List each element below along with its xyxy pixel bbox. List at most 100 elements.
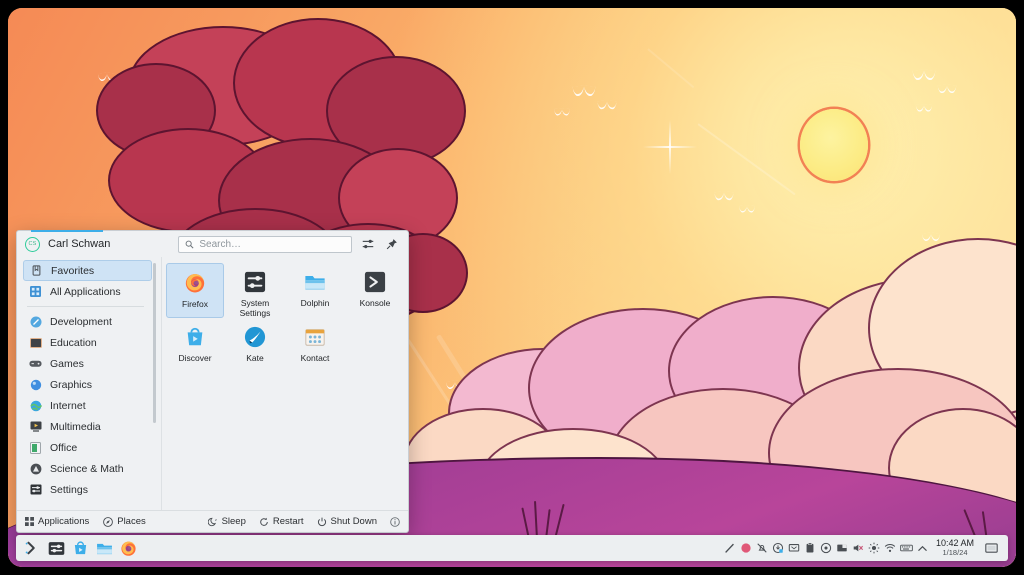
- sidebar-item-internet[interactable]: Internet: [23, 395, 152, 416]
- bird: [922, 233, 940, 241]
- sleep-button[interactable]: z Sleep: [207, 516, 246, 527]
- screen-recorder[interactable]: [723, 538, 738, 558]
- about-button[interactable]: [390, 516, 400, 527]
- settings-icon: [29, 483, 42, 496]
- clock-time: 10:42 AM: [935, 538, 974, 549]
- scrollbar-thumb[interactable]: [153, 263, 156, 423]
- office-icon: [29, 441, 42, 454]
- app-firefox[interactable]: Firefox: [166, 263, 224, 318]
- shutdown-button[interactable]: Shut Down: [317, 516, 377, 527]
- update-icon: [773, 542, 784, 554]
- digital-clock[interactable]: 10:42 AM 1/18/24: [931, 539, 979, 557]
- clock-date: 1/18/24: [942, 548, 968, 558]
- pin-button[interactable]: [384, 236, 400, 252]
- taskbar-discover[interactable]: [68, 537, 92, 559]
- firefox-icon: [120, 541, 136, 556]
- display-configuration[interactable]: [787, 538, 802, 558]
- sliders-icon: [362, 239, 374, 249]
- app-dolphin[interactable]: Dolphin: [286, 263, 344, 318]
- sidebar-item-development[interactable]: Development: [23, 311, 152, 332]
- search-input[interactable]: [199, 238, 345, 250]
- app-label: Dolphin: [300, 298, 330, 308]
- tab-places[interactable]: Places: [103, 516, 146, 527]
- application-grid-pane: Firefox System Settings Dolphin Konsole …: [161, 257, 408, 510]
- app-system-settings[interactable]: System Settings: [226, 263, 284, 318]
- sidebar-item-label: Science & Math: [50, 462, 124, 475]
- show-desktop[interactable]: [980, 538, 1002, 558]
- bird: [916, 104, 932, 111]
- taskbar-dolphin[interactable]: [92, 537, 116, 559]
- brightness-icon: [869, 542, 880, 554]
- sidebar-item-multimedia[interactable]: Multimedia: [23, 416, 152, 437]
- sidebar-item-science-math[interactable]: Science & Math: [23, 458, 152, 479]
- keyboard-layout[interactable]: [899, 538, 914, 558]
- app-kate[interactable]: Kate: [226, 318, 284, 373]
- record-dot-icon: [741, 543, 752, 553]
- bird: [715, 192, 734, 201]
- system-settings-icon: [244, 271, 266, 293]
- app-label: Discover: [178, 353, 212, 363]
- sidebar-item-label: Graphics: [50, 378, 93, 391]
- sidebar-item-education[interactable]: Education: [23, 332, 152, 353]
- app-label: Konsole: [359, 298, 391, 308]
- restart-icon: [260, 517, 268, 526]
- launcher-body: Favorites All Applications Development E…: [17, 257, 408, 510]
- bird: [938, 85, 956, 93]
- sidebar-item-settings[interactable]: Settings: [23, 479, 152, 500]
- tray-expand[interactable]: [915, 538, 930, 558]
- clipboard-icon: [807, 542, 814, 553]
- brightness[interactable]: [867, 538, 882, 558]
- notifications[interactable]: [755, 538, 770, 558]
- record-indicator[interactable]: [739, 538, 754, 558]
- bird: [554, 109, 569, 116]
- app-konsole[interactable]: Konsole: [346, 263, 404, 318]
- sidebar-item-favorites[interactable]: Favorites: [23, 260, 152, 281]
- application-grid: Firefox System Settings Dolphin Konsole …: [166, 263, 404, 373]
- desktop-screen: CS Carl Schwan Search… Favorites All App…: [8, 8, 1016, 567]
- configure-button[interactable]: [360, 236, 376, 252]
- app-kontact[interactable]: Kontact: [286, 318, 344, 373]
- volume[interactable]: [851, 538, 866, 558]
- device-icon: [837, 544, 848, 552]
- sidebar-item-games[interactable]: Games: [23, 353, 152, 374]
- launcher-footer: Applications Places z Sleep Restart Shut…: [17, 230, 408, 532]
- updates[interactable]: [771, 538, 786, 558]
- bird: [573, 86, 595, 96]
- app-discover[interactable]: Discover: [166, 318, 224, 373]
- clipboard[interactable]: [803, 538, 818, 558]
- sidebar-item-label: Games: [50, 357, 84, 370]
- network-storage[interactable]: [835, 538, 850, 558]
- grid-icon: [29, 285, 42, 298]
- sidebar-item-all-applications[interactable]: All Applications: [23, 281, 152, 302]
- development-icon: [29, 315, 42, 328]
- taskbar-system-settings[interactable]: [44, 537, 68, 559]
- tab-applications[interactable]: Applications: [25, 516, 89, 527]
- avatar[interactable]: CS: [25, 236, 40, 252]
- sidebar-scrollbar[interactable]: [152, 263, 157, 504]
- bird: [913, 70, 935, 80]
- taskbar-panel: 10:42 AM 1/18/24: [16, 535, 1008, 561]
- svg-text:z: z: [215, 517, 217, 521]
- application-launcher[interactable]: [20, 537, 44, 559]
- search-field[interactable]: [178, 235, 352, 253]
- media-icon: [821, 542, 832, 554]
- dolphin-icon: [96, 543, 112, 554]
- tab-label: Places: [117, 516, 146, 527]
- tab-label: Applications: [38, 516, 90, 527]
- sidebar-divider: [27, 306, 144, 307]
- power-label: Sleep: [221, 516, 246, 527]
- multimedia-icon: [29, 420, 42, 433]
- sidebar-item-office[interactable]: Office: [23, 437, 152, 458]
- restart-button[interactable]: Restart: [259, 516, 304, 527]
- sidebar-item-graphics[interactable]: Graphics: [23, 374, 152, 395]
- dolphin-icon: [304, 271, 326, 293]
- sun: [800, 109, 868, 181]
- sidebar-item-label: All Applications: [50, 285, 121, 298]
- power-icon: [317, 517, 326, 526]
- discover-icon: [184, 326, 206, 348]
- media-player[interactable]: [819, 538, 834, 558]
- network[interactable]: [883, 538, 898, 558]
- system-settings-icon: [48, 541, 64, 555]
- taskbar-firefox[interactable]: [116, 537, 140, 559]
- desktop-icon: [984, 542, 998, 553]
